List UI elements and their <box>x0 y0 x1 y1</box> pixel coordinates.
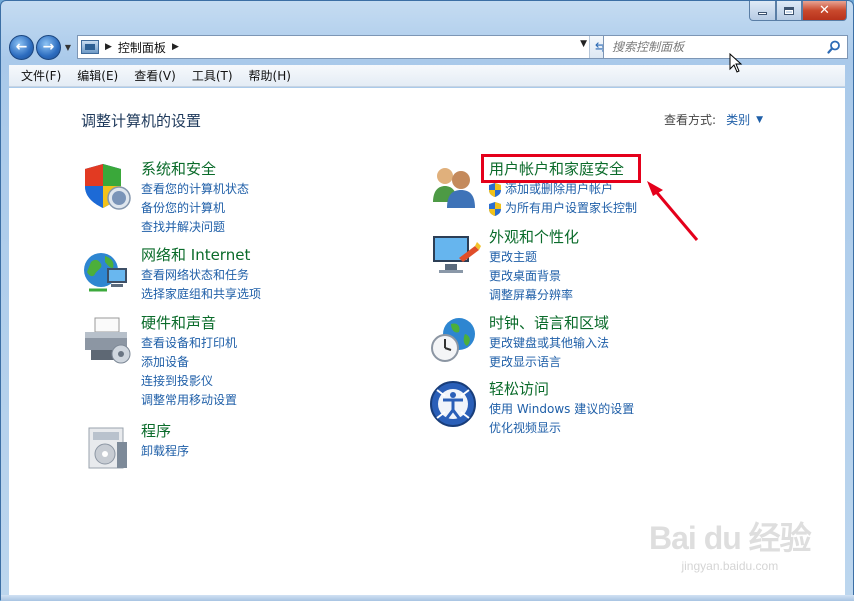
link-mobility-settings[interactable]: 调整常用移动设置 <box>141 391 237 410</box>
link-change-display-language[interactable]: 更改显示语言 <box>489 353 609 372</box>
category-clock-language: 时钟、语言和区域 更改键盘或其他输入法 更改显示语言 <box>429 314 609 372</box>
watermark-logo: Bai du 经验 <box>649 520 812 556</box>
category-ease-of-access: 轻松访问 使用 Windows 建议的设置 优化视频显示 <box>429 380 634 438</box>
close-icon: ✕ <box>819 3 830 18</box>
menu-edit[interactable]: 编辑(E) <box>69 65 126 86</box>
link-backup-computer[interactable]: 备份您的计算机 <box>141 199 249 218</box>
view-by: 查看方式: 类别 ▼ <box>664 111 763 128</box>
breadcrumb-control-panel[interactable]: 控制面板 <box>118 39 166 56</box>
link-devices-printers[interactable]: 查看设备和打印机 <box>141 334 237 353</box>
user-accounts-icon[interactable] <box>429 160 481 212</box>
link-view-computer-status[interactable]: 查看您的计算机状态 <box>141 180 249 199</box>
link-optimize-visual-display[interactable]: 优化视频显示 <box>489 419 634 438</box>
menu-file[interactable]: 文件(F) <box>13 65 69 86</box>
address-bar[interactable]: ▶ 控制面板 ▶ ▼ ⇆ <box>77 35 612 59</box>
link-connect-projector[interactable]: 连接到投影仪 <box>141 372 237 391</box>
uac-shield-icon <box>489 201 501 216</box>
link-parental-controls-label: 为所有用户设置家长控制 <box>505 201 638 215</box>
category-title-hardware-sound[interactable]: 硬件和声音 <box>141 314 237 332</box>
address-history-dropdown[interactable]: ▼ <box>580 39 587 49</box>
appearance-monitor-icon[interactable] <box>429 228 481 280</box>
category-title-system-security[interactable]: 系统和安全 <box>141 160 249 178</box>
search-box[interactable] <box>603 35 848 59</box>
link-change-desktop-background[interactable]: 更改桌面背景 <box>489 267 579 286</box>
link-troubleshoot[interactable]: 查找并解决问题 <box>141 218 249 237</box>
baidu-watermark: Bai du 经验 jingyan.baidu.com <box>649 513 812 573</box>
category-title-clock-language[interactable]: 时钟、语言和区域 <box>489 314 609 332</box>
clock-globe-icon[interactable] <box>429 314 481 366</box>
category-system-security: 系统和安全 查看您的计算机状态 备份您的计算机 查找并解决问题 <box>81 160 249 237</box>
view-by-dropdown[interactable]: 类别 <box>726 111 750 128</box>
page-title: 调整计算机的设置 <box>81 112 202 130</box>
mouse-cursor-icon <box>729 53 743 73</box>
link-uninstall-program[interactable]: 卸载程序 <box>141 442 189 461</box>
control-panel-window: ✕ ← → ▼ ▶ 控制面板 ▶ ▼ ⇆ 文件(F) 编辑(E) 查看(V) 工… <box>0 0 854 601</box>
menu-tools[interactable]: 工具(T) <box>184 65 241 86</box>
link-add-device[interactable]: 添加设备 <box>141 353 237 372</box>
close-button[interactable]: ✕ <box>802 1 847 21</box>
breadcrumb-separator-icon[interactable]: ▶ <box>105 42 112 52</box>
category-programs: 程序 卸载程序 <box>81 422 189 474</box>
breadcrumb-separator-icon[interactable]: ▶ <box>172 42 179 52</box>
category-hardware-sound: 硬件和声音 查看设备和打印机 添加设备 连接到投影仪 调整常用移动设置 <box>81 314 237 410</box>
minimize-button[interactable] <box>749 1 776 21</box>
network-globe-icon[interactable] <box>81 246 133 298</box>
category-title-network-internet[interactable]: 网络和 Internet <box>141 246 261 264</box>
maximize-icon <box>784 6 794 15</box>
minimize-icon <box>758 12 767 15</box>
highlight-box <box>481 154 641 183</box>
back-button[interactable]: ← <box>9 34 34 60</box>
recent-pages-dropdown[interactable]: ▼ <box>63 43 73 52</box>
maximize-button[interactable] <box>776 1 802 21</box>
category-title-programs[interactable]: 程序 <box>141 422 189 440</box>
menu-help[interactable]: 帮助(H) <box>241 65 299 86</box>
category-title-ease-of-access[interactable]: 轻松访问 <box>489 380 634 398</box>
menu-view[interactable]: 查看(V) <box>126 65 184 86</box>
category-appearance: 外观和个性化 更改主题 更改桌面背景 调整屏幕分辨率 <box>429 228 579 305</box>
view-by-label: 查看方式: <box>664 113 717 127</box>
link-adjust-resolution[interactable]: 调整屏幕分辨率 <box>489 286 579 305</box>
link-homegroup-sharing[interactable]: 选择家庭组和共享选项 <box>141 285 261 304</box>
chevron-down-icon[interactable]: ▼ <box>756 115 763 125</box>
navigation-row: ← → ▼ ▶ 控制面板 ▶ ▼ ⇆ <box>9 33 848 61</box>
back-arrow-icon: ← <box>15 39 28 55</box>
forward-arrow-icon: → <box>42 39 55 55</box>
status-strip <box>1 595 854 601</box>
printer-icon[interactable] <box>81 314 133 366</box>
category-title-appearance[interactable]: 外观和个性化 <box>489 228 579 246</box>
control-panel-icon <box>81 40 99 54</box>
menu-bar: 文件(F) 编辑(E) 查看(V) 工具(T) 帮助(H) <box>9 65 845 87</box>
link-network-status[interactable]: 查看网络状态和任务 <box>141 266 261 285</box>
search-icon[interactable] <box>827 40 841 54</box>
annotation-arrow-icon <box>647 181 699 241</box>
search-input[interactable] <box>612 40 822 54</box>
link-parental-controls[interactable]: 为所有用户设置家长控制 <box>489 199 637 218</box>
uac-shield-icon <box>489 182 501 197</box>
category-network-internet: 网络和 Internet 查看网络状态和任务 选择家庭组和共享选项 <box>81 246 261 304</box>
link-change-keyboard[interactable]: 更改键盘或其他输入法 <box>489 334 609 353</box>
forward-button[interactable]: → <box>36 34 61 60</box>
watermark-url: jingyan.baidu.com <box>681 559 779 573</box>
ease-of-access-icon[interactable] <box>429 380 481 432</box>
chevron-down-icon: ▼ <box>580 39 587 49</box>
link-windows-recommended-settings[interactable]: 使用 Windows 建议的设置 <box>489 400 634 419</box>
programs-icon[interactable] <box>81 422 133 474</box>
chevron-down-icon: ▼ <box>64 42 72 52</box>
system-security-shield-icon[interactable] <box>81 160 133 212</box>
link-change-theme[interactable]: 更改主题 <box>489 248 579 267</box>
caption-buttons: ✕ <box>749 1 847 21</box>
